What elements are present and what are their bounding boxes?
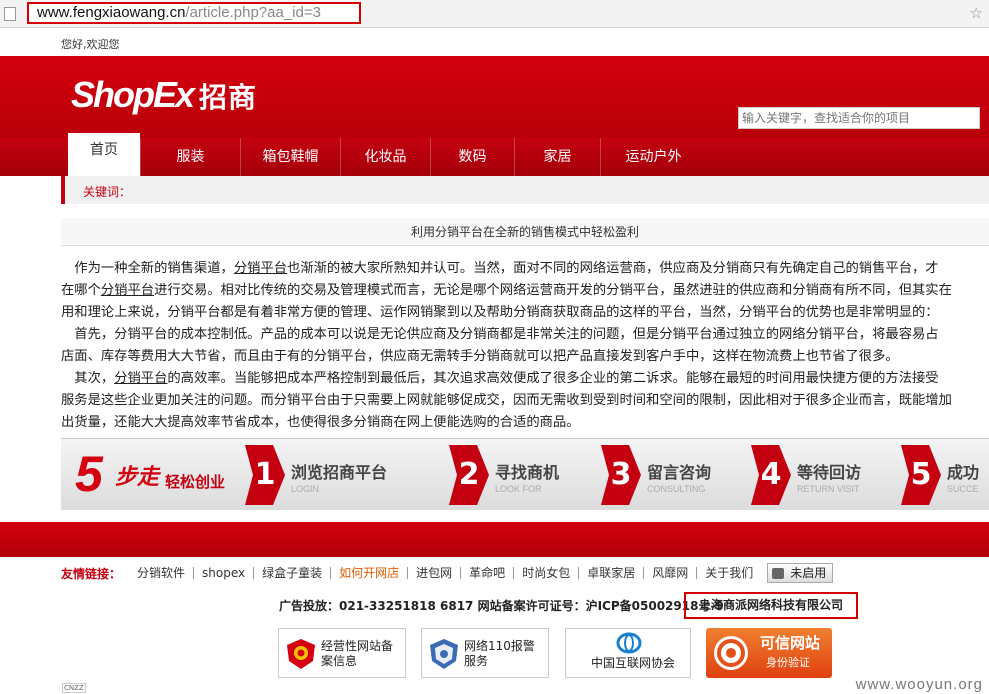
nav-item-outdoor[interactable]: 运动户外 (600, 138, 706, 176)
badge-subtitle: 身份验证 (766, 656, 810, 669)
nav-item-home-living[interactable]: 家居 (514, 138, 600, 176)
line-text: 也渐渐的被大家所熟知并认可。当然，面对不同的网络运营商，供应商及分销商只有先确定… (287, 261, 939, 276)
shopex-logo[interactable]: ShopEx 招商 (71, 74, 257, 116)
step-number: 1 (245, 445, 285, 505)
search-input[interactable] (738, 107, 980, 129)
url-field[interactable]: www.fengxiaowang.cn/article.php?aa_id=3 (27, 2, 361, 24)
badge-text: 中国互联网协会 (590, 656, 675, 670)
friend-links: 友情链接： 分销软件 shopex 绿盒子童装 如何开网店 进包网 革命吧 时尚… (61, 562, 989, 584)
article-line: 服务是这些企业更加关注的问题。而分销平台由于只需要上网就能够促成交，因而无需收到… (61, 393, 952, 408)
friend-link[interactable]: 卓联家居 (579, 567, 645, 579)
article-line: 在哪个分销平台进行交易。相对比传统的交易及管理模式而言，无论是哪个网络运营商开发… (61, 280, 989, 302)
article-title: 利用分销平台在全新的销售模式中轻松盈利 (61, 218, 989, 246)
article-body: 作为一种全新的销售渠道，分销平台也渐渐的被大家所熟知并认可。当然，面对不同的网络… (61, 258, 989, 428)
step-subtitle: LOGIN (291, 484, 320, 494)
line-text: 其次， (61, 371, 115, 386)
friend-link[interactable]: 关于我们 (697, 567, 761, 579)
step-subtitle: CONSULTING (647, 484, 706, 494)
badge-text: 经营性网站备 案信息 (321, 639, 393, 669)
line-text: 进行交易。相对比传统的交易及管理模式而言，无论是哪个网络运营商开发的分销平台，虽… (154, 283, 952, 298)
article-line: 作为一种全新的销售渠道，分销平台也渐渐的被大家所熟知并认可。当然，面对不同的网络… (61, 258, 989, 280)
police-badge-icon (430, 639, 458, 669)
step-number: 3 (601, 445, 641, 505)
friend-link[interactable]: 革命吧 (461, 567, 515, 579)
nav-item-cosmetics[interactable]: 化妆品 (340, 138, 430, 176)
url-domain: www.fengxiaowang.cn (37, 4, 186, 21)
article-line: 出货量，还能大大提高效率节省成本，也使得很多分销商在网上便能选购的合适的商品。 (61, 415, 580, 428)
footer-red-band (0, 522, 989, 557)
logo-text: ShopEx (71, 74, 195, 115)
lock-icon (772, 567, 785, 579)
step-subtitle: LOOK FOR (495, 484, 542, 494)
icp-record-text: 广告投放：021-33251818 6817 网站备案许可证号：沪ICP备050… (279, 599, 724, 613)
step-title: 等待回访 (797, 463, 862, 482)
article-line: 店面、库存等费用大大节省，而且由于有的分销平台，供应商无需转手分销商就可以把产品… (61, 349, 899, 364)
bookmark-star-icon[interactable]: ☆ (970, 4, 983, 22)
police-shield-icon (287, 639, 315, 669)
friend-link[interactable]: 时尚女包 (514, 567, 580, 579)
nav-item-bags-shoes[interactable]: 箱包鞋帽 (240, 138, 340, 176)
cnzz-icon[interactable]: CNZZ (62, 683, 86, 693)
step-subtitle: RETURN VISIT (797, 484, 860, 494)
trust-seal-icon (714, 636, 748, 670)
article-line: 首先，分销平台的成本控制低。产品的成本可以说是无论供应商及分销商都是非常关注的问… (61, 327, 939, 342)
step-title: 浏览招商平台 (291, 463, 388, 482)
step-title: 寻找商机 (495, 463, 560, 482)
badge-isc[interactable]: 中国互联网协会 (565, 628, 691, 678)
friend-links-label: 友情链接： (61, 566, 122, 581)
line-text: 的高效率。当能够把成本严格控制到最低后，其次追求高效便成了很多企业的第二诉求。能… (167, 371, 939, 386)
friend-link-highlighted[interactable]: 如何开网店 (331, 567, 409, 579)
url-path: /article.php?aa_id=3 (185, 4, 321, 21)
step-number: 4 (751, 445, 791, 505)
greeting-text: 您好,欢迎您 (61, 38, 120, 51)
banner-slogan: 轻松创业 (165, 473, 226, 491)
step-subtitle: SUCCE (947, 484, 979, 494)
badge-text: 网络110报警 服务 (464, 639, 535, 669)
watermark-text: www.wooyun.org (855, 676, 983, 693)
line-text: 在哪个 (61, 283, 101, 298)
badge-trusted-site[interactable]: 可信网站 身份验证 (706, 628, 832, 678)
keywords-bar: 关键词： (61, 176, 989, 204)
step-title: 成功 (947, 463, 980, 482)
article-line: 用和理论上来说，分销平台都是有着非常方便的管理、运作网销聚到以及帮助分销商获取商… (61, 305, 939, 320)
distribution-platform-link[interactable]: 分销平台 (114, 371, 167, 386)
line-text: 作为一种全新的销售渠道， (61, 261, 234, 276)
banner-five: 5 (75, 446, 103, 502)
banner-steps-word: 步走 (115, 465, 160, 490)
keywords-label: 关键词： (83, 185, 132, 199)
friend-link[interactable]: 绿盒子童装 (254, 567, 332, 579)
disabled-button[interactable]: 未启用 (767, 563, 834, 583)
nav-item-digital[interactable]: 数码 (430, 138, 514, 176)
disabled-button-label: 未启用 (790, 566, 827, 580)
badge-police-110[interactable]: 网络110报警 服务 (421, 628, 549, 678)
friend-link[interactable]: 分销软件 (129, 567, 195, 579)
badge-title: 可信网站 (760, 634, 821, 652)
logo-cn: 招商 (199, 82, 258, 113)
browser-url-bar[interactable]: www.fengxiaowang.cn/article.php?aa_id=3 … (0, 0, 989, 28)
isc-logo-icon (616, 632, 642, 654)
distribution-platform-link[interactable]: 分销平台 (234, 261, 287, 276)
distribution-platform-link[interactable]: 分销平台 (101, 283, 154, 298)
badge-text-line: 经营性网站备 (321, 639, 394, 653)
badge-text-line: 服务 (464, 654, 489, 668)
article-line: 其次，分销平台的高效率。当能够把成本严格控制到最低后，其次追求高效便成了很多企业… (61, 368, 989, 390)
friend-link[interactable]: 风靡网 (644, 567, 698, 579)
site-header: ShopEx 招商 (0, 56, 989, 138)
company-name: 上海商派网络科技有限公司 (684, 592, 858, 619)
step-title: 留言咨询 (647, 463, 712, 482)
main-nav: 首页 服装 箱包鞋帽 化妆品 数码 家居 运动户外 (0, 130, 989, 176)
badge-website-record[interactable]: 经营性网站备 案信息 (278, 628, 406, 678)
badge-text-line: 案信息 (321, 654, 358, 668)
nav-item-clothing[interactable]: 服装 (140, 138, 240, 176)
step-number: 5 (901, 445, 941, 505)
five-steps-banner[interactable]: 5 步走 轻松创业 1 浏览招商平台 LOGIN 2 寻找商机 LOOK FOR… (61, 438, 989, 510)
badge-text-line: 网络110报警 (464, 639, 535, 653)
nav-item-home[interactable]: 首页 (68, 130, 140, 176)
step-number: 2 (449, 445, 489, 505)
page-icon (4, 7, 16, 21)
friend-link[interactable]: shopex (194, 567, 255, 579)
friend-link[interactable]: 进包网 (408, 567, 462, 579)
